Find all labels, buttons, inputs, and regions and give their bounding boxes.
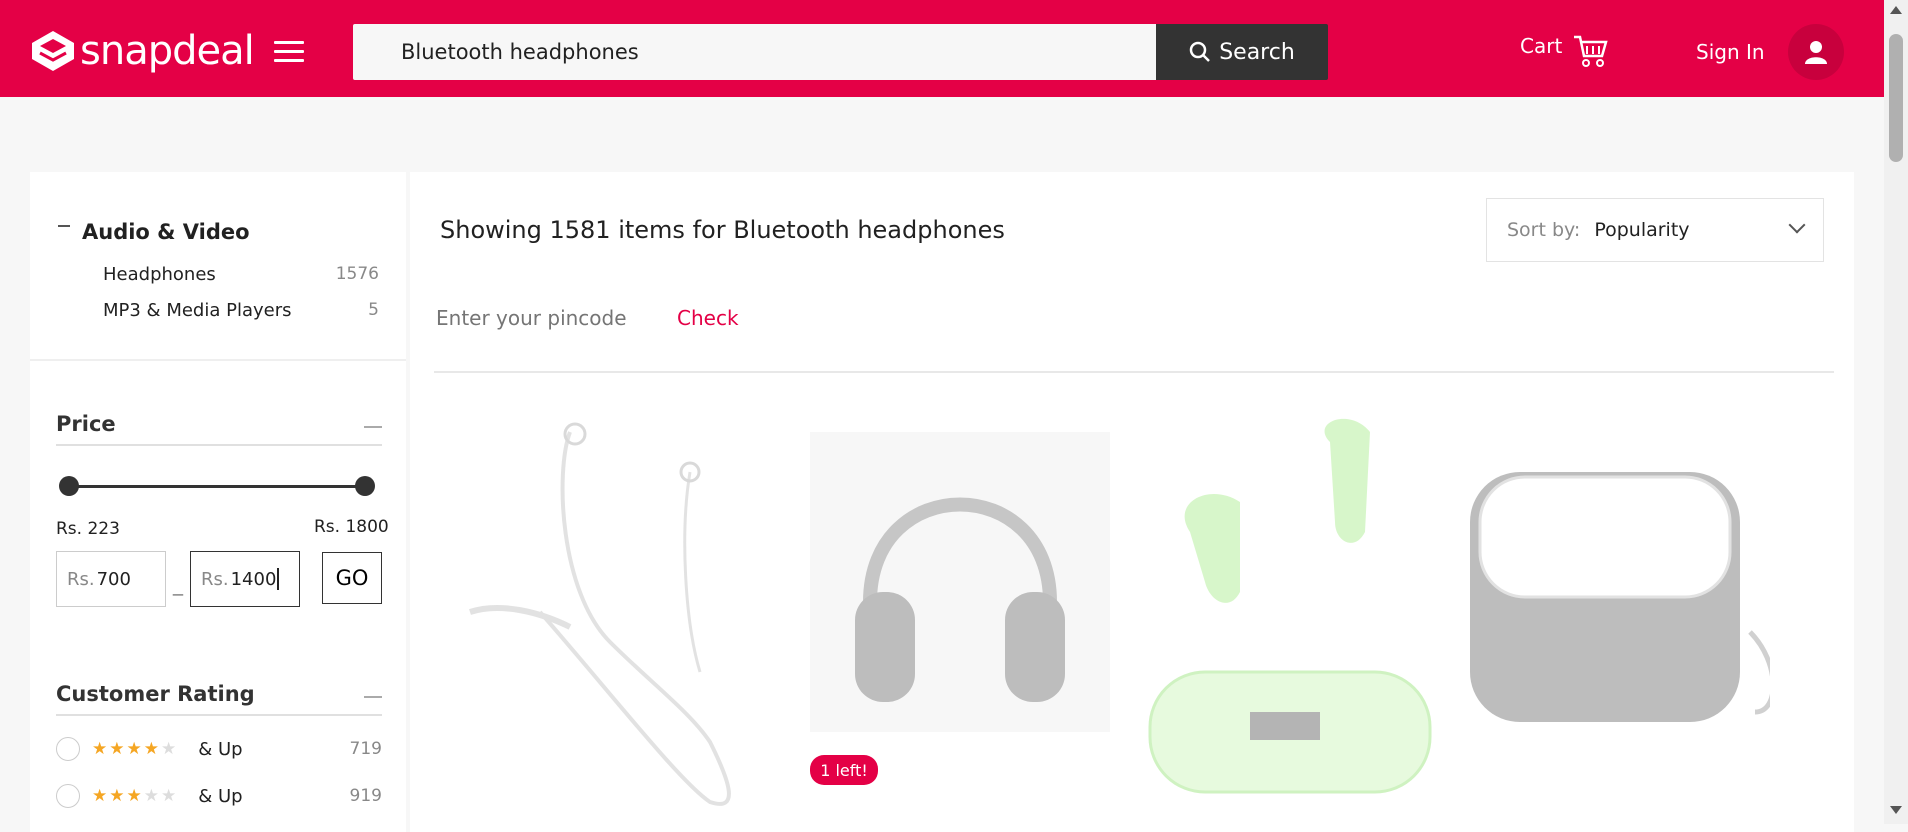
- star-rating-icon: ★★★★★: [92, 739, 179, 759]
- snapdeal-logo[interactable]: snapdeal: [30, 28, 255, 74]
- price-go-button[interactable]: GO: [322, 552, 382, 604]
- hamburger-menu-icon[interactable]: [274, 41, 304, 63]
- price-to-input[interactable]: Rs. 1400: [190, 551, 300, 607]
- rating-and-up-label: & Up: [198, 738, 243, 760]
- logo-text: snapdeal: [80, 28, 255, 74]
- scrollbar-thumb[interactable]: [1889, 34, 1903, 162]
- rating-radio[interactable]: [56, 784, 80, 808]
- results-divider: [434, 371, 1834, 373]
- rating-filter-3-up[interactable]: ★★★★★ & Up 919: [56, 784, 382, 808]
- product-image-earbud-case[interactable]: [1450, 412, 1770, 832]
- cart-icon: [1574, 35, 1608, 67]
- results-panel: Showing 1581 items for Bluetooth headpho…: [410, 172, 1854, 832]
- user-avatar-button[interactable]: [1788, 24, 1844, 80]
- sort-value: Popularity: [1594, 219, 1690, 241]
- search-button[interactable]: Search: [1156, 24, 1328, 80]
- filter-sidebar: Audio & Video Headphones 1576 MP3 & Medi…: [30, 172, 406, 832]
- sidebar-divider: [30, 359, 406, 361]
- search-icon: [1189, 41, 1211, 62]
- price-range-dash: _: [173, 576, 184, 596]
- rating-title-text: Customer Rating: [56, 682, 255, 706]
- rating-count: 919: [349, 786, 382, 806]
- price-title-text: Price: [56, 412, 116, 436]
- text-cursor: [277, 568, 279, 590]
- sign-in-link[interactable]: Sign In: [1696, 40, 1765, 64]
- category-item-count: 5: [368, 300, 379, 320]
- category-item-label: MP3 & Media Players: [103, 300, 292, 321]
- results-count-heading: Showing 1581 items for Bluetooth headpho…: [440, 216, 1005, 244]
- collapse-minus-icon[interactable]: [58, 225, 70, 227]
- price-to-value: 1400: [230, 568, 277, 590]
- rs-prefix: Rs.: [67, 568, 95, 590]
- category-item-mp3-media-players[interactable]: MP3 & Media Players 5: [103, 300, 379, 321]
- sort-by-label: Sort by:: [1507, 219, 1581, 241]
- scroll-down-arrow-icon[interactable]: [1890, 806, 1902, 814]
- chevron-down-icon: [1788, 216, 1806, 234]
- rating-filter-4-up[interactable]: ★★★★★ & Up 719: [56, 737, 382, 761]
- snapdeal-logo-icon: [32, 31, 74, 71]
- category-item-count: 1576: [335, 264, 379, 284]
- pincode-input[interactable]: [436, 306, 636, 330]
- header-bar: snapdeal Search Cart Sign In: [0, 0, 1884, 97]
- price-collapse-icon[interactable]: [364, 426, 382, 428]
- customer-rating-title: Customer Rating: [56, 682, 382, 716]
- price-min-label: Rs. 223: [56, 519, 120, 539]
- cart-label: Cart: [1520, 34, 1563, 58]
- price-slider-track[interactable]: [68, 485, 364, 488]
- rating-collapse-icon[interactable]: [364, 696, 382, 698]
- product-image-neckband[interactable]: [460, 412, 780, 832]
- category-header[interactable]: Audio & Video: [58, 220, 250, 244]
- rating-and-up-label: & Up: [198, 785, 243, 807]
- price-from-input[interactable]: Rs. 700: [56, 551, 166, 607]
- rs-prefix: Rs.: [201, 568, 229, 590]
- price-from-value: 700: [96, 568, 131, 590]
- stock-badge: 1 left!: [810, 755, 878, 785]
- user-icon: [1805, 41, 1827, 64]
- price-filter-title: Price: [56, 412, 382, 446]
- product-image-earbuds[interactable]: [1130, 412, 1450, 832]
- price-slider-min-handle[interactable]: [59, 476, 79, 496]
- category-item-label: Headphones: [103, 264, 216, 285]
- price-slider-max-handle[interactable]: [355, 476, 375, 496]
- page-scrollbar[interactable]: [1884, 0, 1908, 824]
- pincode-check-link[interactable]: Check: [677, 306, 739, 330]
- rating-radio[interactable]: [56, 737, 80, 761]
- scroll-up-arrow-icon[interactable]: [1890, 6, 1902, 14]
- category-title: Audio & Video: [82, 220, 250, 244]
- category-item-headphones[interactable]: Headphones 1576: [103, 264, 379, 285]
- rating-count: 719: [349, 739, 382, 759]
- price-max-label: Rs. 1800: [314, 517, 389, 537]
- star-rating-icon: ★★★★★: [92, 786, 179, 806]
- search-input[interactable]: [353, 24, 1156, 80]
- cart-link[interactable]: Cart: [1520, 34, 1608, 68]
- search-button-label: Search: [1219, 39, 1295, 65]
- sort-dropdown[interactable]: Sort by: Popularity: [1486, 198, 1824, 262]
